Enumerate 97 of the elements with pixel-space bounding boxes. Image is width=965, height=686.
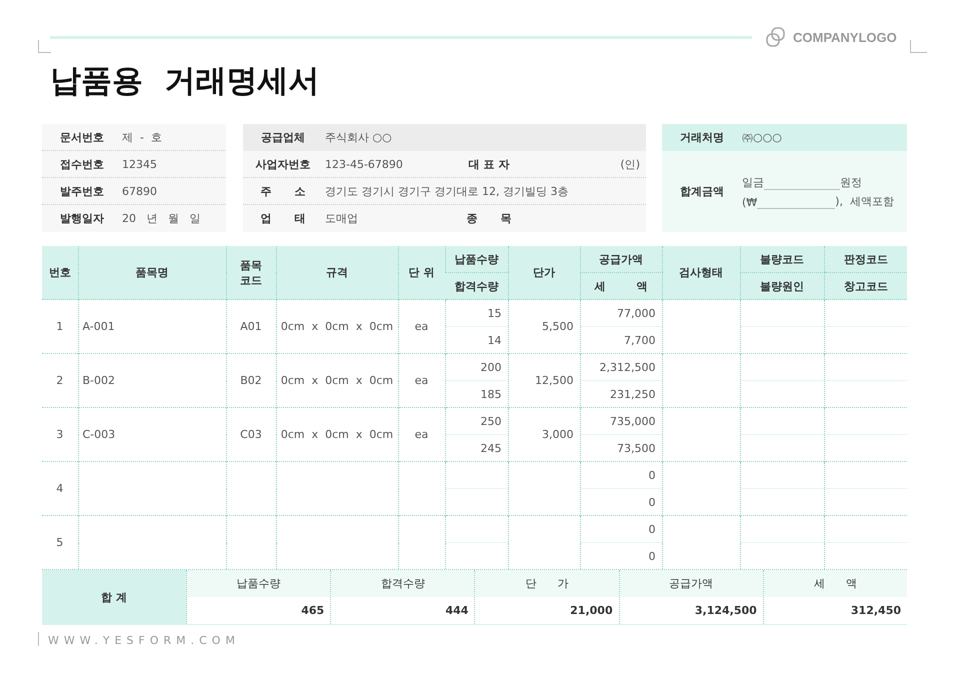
table-cell: 0 <box>580 462 662 488</box>
column-header: 규격 <box>276 246 398 300</box>
table-cell: 3,000 <box>508 408 580 462</box>
column-header: 단가 <box>508 246 580 300</box>
field-label: 공급업체 <box>260 130 306 145</box>
field-label: 발주번호 <box>59 184 105 198</box>
company-logo-text: COMPANYLOGO <box>793 30 897 44</box>
field-label: 발행일자 <box>59 211 105 226</box>
totals-label: 합 계 <box>42 570 186 624</box>
amount-prefix: (₩ <box>742 196 758 208</box>
table-cell: 15 <box>445 300 508 326</box>
table-cell: ea <box>398 408 445 462</box>
table-cell-text: 3,124,500 <box>694 603 758 619</box>
column-header: 검사형태 <box>662 246 740 300</box>
column-header: 납품수량 <box>445 246 508 272</box>
field-value: 제 - 호 <box>122 130 162 144</box>
column-header: 판정코드 <box>824 246 907 272</box>
table-cell: 2 <box>42 354 78 408</box>
table-cell <box>226 462 276 516</box>
table-cell: ea <box>398 354 445 408</box>
table-cell: 14 <box>445 326 508 354</box>
table-cell: 200 <box>445 354 508 380</box>
column-header: 세 액 <box>580 272 662 300</box>
table-cell: 0cm x 0cm x 0cm <box>276 354 398 408</box>
column-header: 공급가액 <box>580 246 662 272</box>
field-label: 문서번호 <box>59 130 105 144</box>
table-cell: 4 <box>42 462 78 516</box>
field-label: 거래처명 <box>679 130 725 145</box>
table-cell: A01 <box>226 300 276 354</box>
table-cell: 77,000 <box>580 300 662 326</box>
column-header: 불량코드 <box>740 246 824 272</box>
table-cell <box>398 462 445 516</box>
seal-mark: (인) <box>619 156 641 172</box>
field-value: ㈜○○○ <box>742 130 782 145</box>
table-cell: 735,000 <box>580 408 662 434</box>
field-label: 주 소 <box>260 184 306 198</box>
table-cell: 185 <box>445 380 508 408</box>
table-cell: C03 <box>226 408 276 462</box>
column-header: 품목명 <box>78 246 226 300</box>
table-cell: 0 <box>580 488 662 516</box>
column-header: 합격수량 <box>445 272 508 300</box>
field-label: 접수번호 <box>59 156 105 172</box>
table-cell-text: 312,450 <box>850 603 902 619</box>
table-cell: 231,250 <box>580 380 662 408</box>
field-value: 20 년 월 일 <box>122 211 200 226</box>
table-cell: 3 <box>42 408 78 462</box>
website-footer: WWW.YESFORM.COM <box>48 634 240 647</box>
table-cell: 1 <box>42 300 78 354</box>
table-cell-text: 21,000 <box>569 603 614 619</box>
column-header: 공급가액 <box>620 570 763 597</box>
table-cell-text: 465 <box>300 603 326 619</box>
column-header: 단 위 <box>398 246 445 300</box>
table-cell: 73,500 <box>580 434 662 462</box>
table-cell: B-002 <box>78 354 226 408</box>
amount-suffix: ), 세액포함 <box>835 194 894 208</box>
column-header: 불량원인 <box>740 272 824 300</box>
column-header: 창고코드 <box>824 272 907 300</box>
table-cell: 0cm x 0cm x 0cm <box>276 408 398 462</box>
table-cell-text: 444 <box>444 603 470 619</box>
logo-icon <box>764 26 788 48</box>
table-cell: C-003 <box>78 408 226 462</box>
field-value: 67890 <box>122 184 157 198</box>
field-value: 주식회사 ○○ <box>324 130 393 145</box>
table-cell: 5 <box>42 516 78 569</box>
column-header: 합격수량 <box>331 570 474 597</box>
column-header: 단 가 <box>475 570 619 597</box>
field-value: 도매업 <box>324 211 359 226</box>
column-header: 품목 코드 <box>226 246 276 300</box>
table-cell: 245 <box>445 434 508 462</box>
table-cell: 12,500 <box>508 354 580 408</box>
field-value: 123-45-67890 <box>324 158 404 170</box>
table-cell: A-001 <box>78 300 226 354</box>
field-label: 대 표 자 <box>468 156 510 172</box>
column-header: 세 액 <box>764 570 908 597</box>
table-cell: B02 <box>226 354 276 408</box>
amount-prefix: 일금 <box>742 174 764 190</box>
table-cell: 2,312,500 <box>580 354 662 380</box>
field-label: 합계금액 <box>679 184 725 199</box>
field-label: 종 목 <box>466 211 512 226</box>
column-header: 납품수량 <box>187 570 330 597</box>
table-cell: 0 <box>580 516 662 542</box>
field-value: 경기도 경기시 경기구 경기대로 12, 경기빌딩 3층 <box>324 184 570 198</box>
table-cell: 5,500 <box>508 300 580 354</box>
field-value: 12345 <box>122 158 157 170</box>
table-cell: ea <box>398 300 445 354</box>
table-cell: 7,700 <box>580 326 662 354</box>
column-header: 번호 <box>42 246 78 300</box>
table-cell: 0cm x 0cm x 0cm <box>276 300 398 354</box>
amount-suffix: 원정 <box>840 174 862 190</box>
field-label: 업 태 <box>260 211 306 226</box>
table-cell: 0 <box>580 542 662 569</box>
table-cell <box>508 462 580 516</box>
document-title: 납품용 거래명세서 <box>50 62 321 100</box>
table-cell <box>445 462 508 488</box>
table-cell: 250 <box>445 408 508 434</box>
field-label: 사업자번호 <box>254 156 312 172</box>
table-cell <box>445 516 508 542</box>
